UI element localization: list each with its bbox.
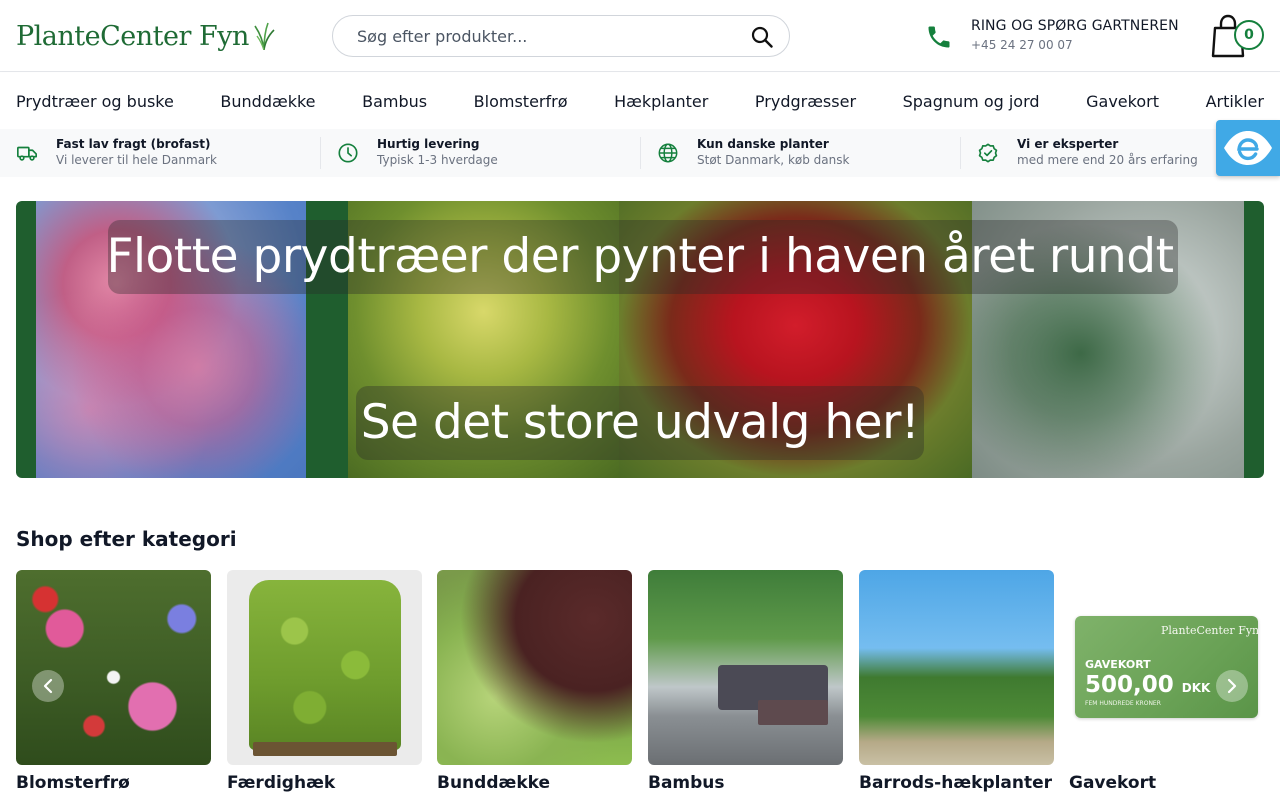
- giftcard-currency: DKK: [1181, 681, 1211, 695]
- accessibility-button[interactable]: [1216, 120, 1280, 176]
- usp-item-shipping: Fast lav fragt (brofast) Vi leverer til …: [0, 129, 320, 177]
- table-shape: [758, 700, 828, 725]
- phone-label: RING OG SPØRG GARTNEREN: [971, 18, 1179, 34]
- chevron-right-icon: [1227, 678, 1237, 694]
- grass-icon: [254, 22, 275, 50]
- category-label: Gavekort: [1069, 773, 1157, 793]
- usp-subtitle: med mere end 20 års erfaring: [1017, 153, 1198, 167]
- usp-subtitle: Støt Danmark, køb dansk: [697, 153, 850, 167]
- accessibility-eye-icon: [1224, 131, 1272, 165]
- nav-item-blomsterfro[interactable]: Blomsterfrø: [474, 92, 568, 111]
- chevron-left-icon: [43, 678, 53, 694]
- usp-title: Fast lav fragt (brofast): [56, 137, 211, 151]
- phone-number-link[interactable]: +45 24 27 00 07: [971, 38, 1073, 52]
- nav-item-haekplanter[interactable]: Hækplanter: [614, 92, 708, 111]
- hero-banner[interactable]: Flotte prydtræer der pynter i haven året…: [16, 201, 1264, 478]
- site-header: PlanteCenter Fyn RING OG SPØRG GARTNEREN…: [0, 0, 1280, 72]
- giftcard-brand: PlanteCenter Fyn: [1161, 624, 1260, 637]
- category-image: [437, 570, 632, 765]
- clock-icon: [338, 143, 358, 163]
- usp-bar: Fast lav fragt (brofast) Vi leverer til …: [0, 129, 1280, 177]
- nav-item-prydtraeer[interactable]: Prydtræer og buske: [16, 92, 174, 111]
- usp-item-delivery: Hurtig levering Typisk 1-3 hverdage: [320, 129, 640, 177]
- category-card-barrods[interactable]: Barrods-hækplanter: [859, 570, 1054, 793]
- category-label: Bunddække: [437, 773, 550, 793]
- usp-item-danish: Kun danske planter Støt Danmark, køb dan…: [640, 129, 960, 177]
- usp-title: Vi er eksperter: [1017, 137, 1119, 151]
- category-image: PlanteCenter Fyn GAVEKORT 500,00 DKK FEM…: [1069, 570, 1264, 765]
- category-card-bunddaekke[interactable]: Bunddække: [437, 570, 632, 793]
- globe-icon: [658, 143, 678, 163]
- usp-subtitle: Vi leverer til hele Danmark: [56, 153, 217, 167]
- carousel-prev-button[interactable]: [32, 670, 64, 702]
- category-card-blomsterfro[interactable]: Blomsterfrø: [16, 570, 211, 793]
- category-image: [227, 570, 422, 765]
- section-title-categories: Shop efter kategori: [16, 527, 237, 551]
- soil-shape: [253, 742, 397, 756]
- giftcard-amount: 500,00 DKK: [1085, 672, 1210, 698]
- logo-text: PlanteCenter Fyn: [16, 20, 249, 52]
- category-carousel: Blomsterfrø Færdighæk Bunddække Bambus B…: [16, 570, 1280, 800]
- category-card-bambus[interactable]: Bambus: [648, 570, 843, 793]
- badge-check-icon: [978, 143, 998, 163]
- hero-title: Flotte prydtræer der pynter i haven året…: [106, 229, 1174, 284]
- nav-item-prydgraesser[interactable]: Prydgræsser: [755, 92, 856, 111]
- main-navigation: Prydtræer og buske Bunddække Bambus Blom…: [0, 73, 1280, 129]
- search-icon: [751, 26, 773, 48]
- nav-item-gavekort[interactable]: Gavekort: [1086, 92, 1159, 111]
- nav-item-artikler[interactable]: Artikler: [1206, 92, 1264, 111]
- giftcard-image: PlanteCenter Fyn GAVEKORT 500,00 DKK FEM…: [1075, 616, 1260, 718]
- category-label: Blomsterfrø: [16, 773, 130, 793]
- category-label: Færdighæk: [227, 773, 336, 793]
- cart-count-badge: 0: [1234, 20, 1264, 50]
- category-card-faerdighaek[interactable]: Færdighæk: [227, 570, 422, 793]
- truck-icon: [17, 146, 37, 161]
- category-image: [859, 570, 1054, 765]
- carousel-next-button[interactable]: [1216, 670, 1248, 702]
- giftcard-heading: GAVEKORT: [1085, 658, 1151, 671]
- hero-cta-link[interactable]: Se det store udvalg her!: [16, 386, 1264, 460]
- category-label: Bambus: [648, 773, 725, 793]
- giftcard-amount-words: FEM HUNDREDE KRONER: [1085, 700, 1161, 707]
- category-image: [648, 570, 843, 765]
- nav-item-bambus[interactable]: Bambus: [362, 92, 427, 111]
- hedge-shape: [249, 580, 401, 750]
- site-logo[interactable]: PlanteCenter Fyn: [16, 18, 275, 54]
- category-card-gavekort[interactable]: PlanteCenter Fyn GAVEKORT 500,00 DKK FEM…: [1069, 570, 1264, 793]
- search-button[interactable]: [749, 24, 775, 50]
- category-label: Barrods-hækplanter: [859, 773, 1053, 793]
- giftcard-amount-value: 500,00: [1085, 672, 1174, 698]
- nav-item-spagnum[interactable]: Spagnum og jord: [903, 92, 1040, 111]
- nav-item-bunddaekke[interactable]: Bunddække: [220, 92, 315, 111]
- cart-button[interactable]: 0: [1210, 14, 1266, 60]
- usp-title: Kun danske planter: [697, 137, 829, 151]
- category-image: [16, 570, 211, 765]
- search-input[interactable]: [357, 24, 747, 48]
- usp-subtitle: Typisk 1-3 hverdage: [377, 153, 498, 167]
- usp-title: Hurtig levering: [377, 137, 480, 151]
- search-bar: [332, 15, 790, 57]
- phone-icon[interactable]: [925, 23, 953, 51]
